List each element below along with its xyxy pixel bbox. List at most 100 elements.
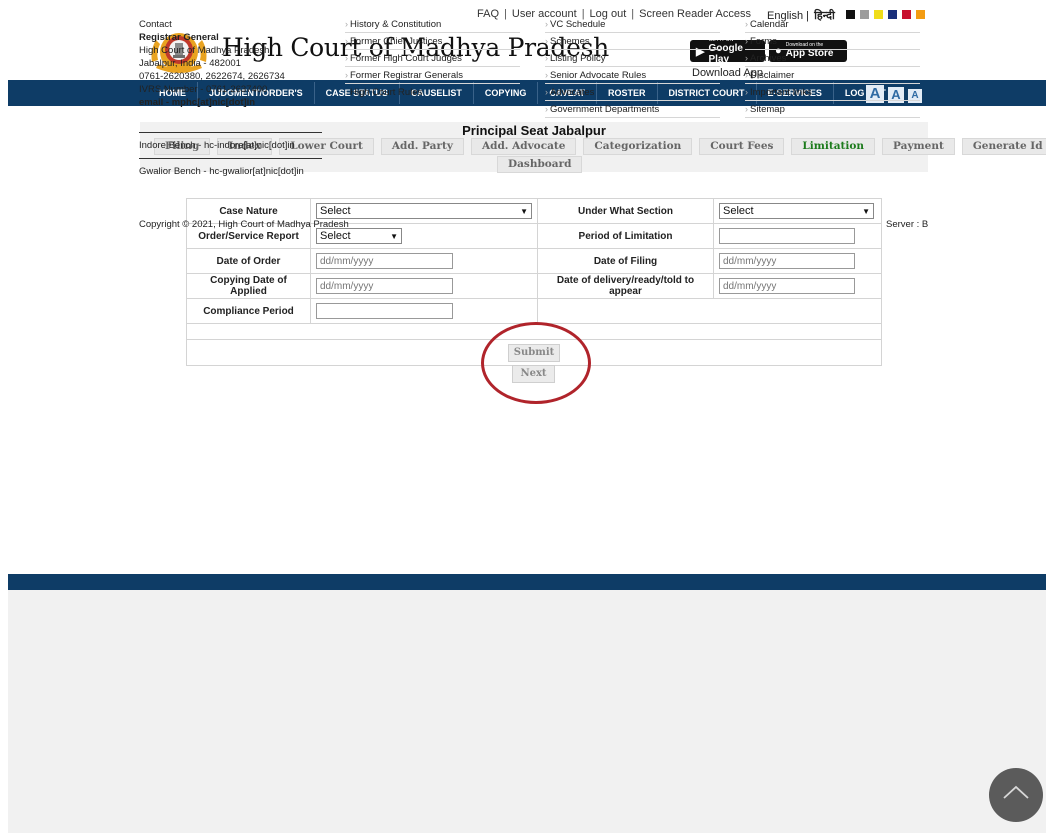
select-value: Select bbox=[723, 205, 754, 217]
date-filing-input[interactable] bbox=[719, 253, 855, 269]
server-label: Server : B bbox=[886, 219, 929, 230]
tab-categorization[interactable]: Categorization bbox=[583, 138, 693, 155]
case-nature-select[interactable]: Select ▼ bbox=[316, 203, 532, 219]
scroll-to-top-button[interactable] bbox=[989, 768, 1043, 822]
date-delivery-input[interactable] bbox=[719, 278, 855, 294]
empty-cell bbox=[537, 298, 714, 324]
link-label: Sitemap bbox=[750, 104, 785, 115]
seat-title: Principal Seat Jabalpur bbox=[462, 123, 606, 138]
link-label: Advocates bbox=[550, 87, 595, 98]
date-filing-label: Date of Filing bbox=[537, 248, 714, 274]
footer-link-calendar[interactable]: › Calendar bbox=[745, 16, 920, 33]
chevron-up-icon bbox=[1003, 785, 1029, 799]
period-limitation-label: Period of Limitation bbox=[537, 223, 714, 249]
chevron-right-icon: › bbox=[545, 19, 548, 29]
link-label: Disclaimer bbox=[750, 70, 795, 81]
date-order-input[interactable] bbox=[316, 253, 453, 269]
footer-link-judges[interactable]: › Former High Court Judges bbox=[345, 50, 520, 67]
tab-court-fees[interactable]: Court Fees bbox=[699, 138, 785, 155]
link-label: VC Schedule bbox=[550, 19, 606, 30]
footer-link-important-links[interactable]: › Important links bbox=[745, 84, 920, 101]
footer-links-resources: › Calendar › Forms › Archives › Disclaimer ›… bbox=[745, 16, 920, 118]
compliance-input[interactable] bbox=[316, 303, 453, 319]
tab-limitation[interactable]: Limitation bbox=[791, 138, 876, 155]
contact-line: 0761-2620380, 2622674, 2626734 bbox=[139, 71, 285, 82]
tab-add-advocate[interactable]: Add. Advocate bbox=[470, 138, 577, 155]
chevron-right-icon: › bbox=[545, 53, 548, 63]
link-label: Calendar bbox=[750, 19, 789, 30]
link-label: Forms bbox=[750, 36, 777, 47]
tab-add-party[interactable]: Add. Party bbox=[380, 138, 464, 155]
footer-link-sitemap[interactable]: › Sitemap bbox=[745, 101, 920, 118]
next-button[interactable]: Next bbox=[512, 365, 555, 383]
chevron-right-icon: › bbox=[345, 53, 348, 63]
footer-link-registrar-generals[interactable]: › Former Registrar Generals bbox=[345, 67, 520, 84]
chevron-right-icon: › bbox=[745, 104, 748, 114]
footer-link-history[interactable]: › History & Constitution bbox=[345, 16, 520, 33]
chevron-down-icon: ▼ bbox=[390, 231, 398, 241]
footer-link-govt-departments[interactable]: › Government Departments bbox=[545, 101, 720, 118]
chevron-right-icon: › bbox=[745, 53, 748, 63]
order-report-select[interactable]: Select ▼ bbox=[316, 228, 402, 244]
divider bbox=[139, 158, 322, 159]
link-label: Archives bbox=[750, 53, 787, 64]
chevron-right-icon: › bbox=[345, 19, 348, 29]
indore-bench-contact: Indore Bench - hc-indore[at]nic[dot]in bbox=[139, 140, 295, 151]
footer-link-rules[interactable]: › High Court Rules bbox=[345, 84, 520, 101]
footer-link-chief-justices[interactable]: › Former Chief Justices bbox=[345, 33, 520, 50]
under-section-label: Under What Section bbox=[537, 198, 714, 224]
copyright-text: Copyright © 2021, High Court of Madhya P… bbox=[139, 219, 349, 230]
link-label: Government Departments bbox=[550, 104, 660, 115]
link-label: Senior Advocate Rules bbox=[550, 70, 647, 81]
footer-link-listing-policy[interactable]: › Listing Policy bbox=[545, 50, 720, 67]
tab-dashboard[interactable]: Dashboard bbox=[497, 156, 583, 173]
contact-line: Jabalpur, India - 482001 bbox=[139, 58, 241, 69]
footer-link-senior-advocate-rules[interactable]: › Senior Advocate Rules bbox=[545, 67, 720, 84]
under-section-select[interactable]: Select ▼ bbox=[719, 203, 874, 219]
chevron-right-icon: › bbox=[545, 104, 548, 114]
link-label: High Court Rules bbox=[350, 87, 423, 98]
chevron-right-icon: › bbox=[745, 87, 748, 97]
submit-button[interactable]: Submit bbox=[508, 343, 560, 362]
link-label: Former Registrar Generals bbox=[350, 70, 463, 81]
tab-generate-id[interactable]: Generate Id bbox=[961, 138, 1046, 155]
chevron-right-icon: › bbox=[545, 70, 548, 80]
empty-cell bbox=[713, 298, 882, 324]
footer-contact: Contact Registrar General High Court of … bbox=[139, 18, 285, 109]
chevron-right-icon: › bbox=[545, 87, 548, 97]
chevron-right-icon: › bbox=[345, 70, 348, 80]
footer-link-vc-schedule[interactable]: › VC Schedule bbox=[545, 16, 720, 33]
chevron-down-icon: ▼ bbox=[520, 206, 528, 216]
date-delivery-label: Date of delivery/ready/told to appear bbox=[537, 273, 714, 299]
link-label: Schemes bbox=[550, 36, 590, 47]
copying-date-label: Copying Date of Applied bbox=[186, 273, 311, 299]
footer-link-archives[interactable]: › Archives bbox=[745, 50, 920, 67]
footer-links-services: › VC Schedule › Schemes › Listing Policy › S… bbox=[545, 16, 720, 118]
chevron-right-icon: › bbox=[545, 36, 548, 46]
chevron-right-icon: › bbox=[345, 87, 348, 97]
footer bbox=[8, 590, 1046, 833]
select-value: Select bbox=[320, 205, 351, 217]
chevron-right-icon: › bbox=[745, 70, 748, 80]
contact-heading: Contact bbox=[139, 19, 172, 30]
footer-link-schemes[interactable]: › Schemes bbox=[545, 33, 720, 50]
tab-payment[interactable]: Payment bbox=[882, 138, 955, 155]
contact-email[interactable]: email - mphc[at]nic[dot]in bbox=[139, 96, 285, 109]
footer-links-about: › History & Constitution › Former Chief Ju… bbox=[345, 16, 520, 101]
chevron-right-icon: › bbox=[345, 36, 348, 46]
chevron-right-icon: › bbox=[745, 19, 748, 29]
period-limitation-input[interactable] bbox=[719, 228, 855, 244]
link-label: Former High Court Judges bbox=[350, 53, 462, 64]
contact-line: High Court of Madhya Pradesh bbox=[139, 45, 270, 56]
link-label: Listing Policy bbox=[550, 53, 606, 64]
footer-link-disclaimer[interactable]: › Disclaimer bbox=[745, 67, 920, 84]
copying-date-input[interactable] bbox=[316, 278, 453, 294]
contact-role: Registrar General bbox=[139, 32, 219, 43]
select-value: Select bbox=[320, 230, 351, 242]
chevron-down-icon: ▼ bbox=[862, 206, 870, 216]
gwalior-bench-contact: Gwalior Bench - hc-gwalior[at]nic[dot]in bbox=[139, 166, 304, 177]
footer-bar bbox=[8, 574, 1046, 590]
footer-link-forms[interactable]: › Forms bbox=[745, 33, 920, 50]
spacer-row bbox=[186, 323, 882, 340]
footer-link-advocates[interactable]: › Advocates bbox=[545, 84, 720, 101]
